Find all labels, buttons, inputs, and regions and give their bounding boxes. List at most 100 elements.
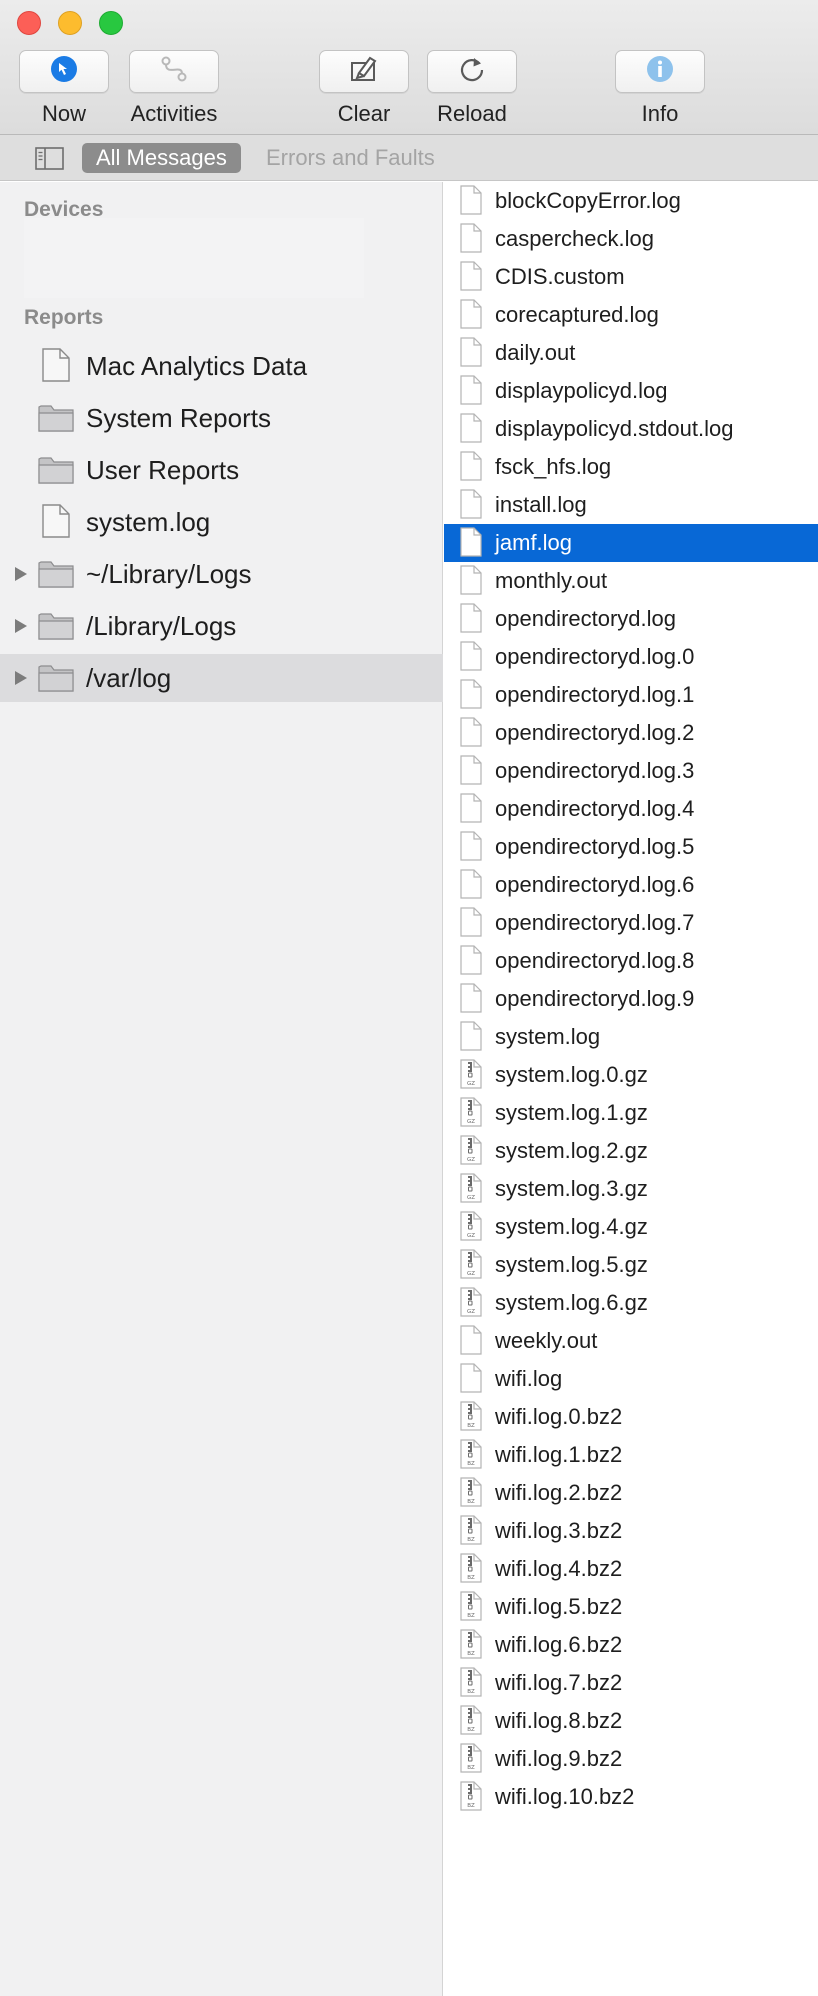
zoom-window-button[interactable] xyxy=(99,11,123,35)
minimize-window-button[interactable] xyxy=(58,11,82,35)
file-row[interactable]: opendirectoryd.log.9 xyxy=(444,980,818,1018)
file-name: opendirectoryd.log.2 xyxy=(495,720,695,745)
document-icon xyxy=(460,603,482,638)
file-row[interactable]: GZ system.log.4.gz xyxy=(444,1208,818,1246)
svg-text:BZ: BZ xyxy=(467,1461,475,1467)
file-name: blockCopyError.log xyxy=(495,188,681,213)
sidebar-item[interactable]: Mac Analytics Data xyxy=(0,342,443,390)
disclosure-triangle-icon[interactable] xyxy=(14,566,28,587)
folder-icon xyxy=(38,558,74,593)
file-row[interactable]: BZ wifi.log.4.bz2 xyxy=(444,1550,818,1588)
file-row[interactable]: wifi.log xyxy=(444,1360,818,1398)
document-icon xyxy=(460,299,482,334)
file-row[interactable]: BZ wifi.log.5.bz2 xyxy=(444,1588,818,1626)
file-row[interactable]: BZ wifi.log.9.bz2 xyxy=(444,1740,818,1778)
file-row[interactable]: GZ system.log.0.gz xyxy=(444,1056,818,1094)
file-name: wifi.log xyxy=(495,1366,563,1391)
file-row[interactable]: GZ system.log.3.gz xyxy=(444,1170,818,1208)
file-row[interactable]: GZ system.log.6.gz xyxy=(444,1284,818,1322)
file-row[interactable]: fsck_hfs.log xyxy=(444,448,818,486)
activities-button[interactable]: Activities xyxy=(129,50,219,127)
file-row[interactable]: BZ wifi.log.3.bz2 xyxy=(444,1512,818,1550)
sidebar-item[interactable]: ~/Library/Logs xyxy=(0,550,443,598)
bz2-archive-icon: BZ xyxy=(460,1401,482,1436)
now-button[interactable]: Now xyxy=(19,50,109,127)
svg-text:GZ: GZ xyxy=(467,1157,475,1163)
file-row[interactable]: opendirectoryd.log.0 xyxy=(444,638,818,676)
disclosure-triangle-icon[interactable] xyxy=(14,670,28,691)
folder-icon xyxy=(38,610,74,645)
bz2-archive-icon: BZ xyxy=(460,1743,482,1778)
bz2-archive-icon: BZ xyxy=(460,1591,482,1626)
file-name: CDIS.custom xyxy=(495,264,625,289)
clear-button[interactable]: Clear xyxy=(319,50,409,127)
file-row[interactable]: opendirectoryd.log.1 xyxy=(444,676,818,714)
file-row[interactable]: BZ wifi.log.7.bz2 xyxy=(444,1664,818,1702)
file-row[interactable]: opendirectoryd.log.5 xyxy=(444,828,818,866)
clear-icon xyxy=(348,54,380,89)
file-row[interactable]: GZ system.log.1.gz xyxy=(444,1094,818,1132)
file-row[interactable]: daily.out xyxy=(444,334,818,372)
sidebar-item[interactable]: system.log xyxy=(0,498,443,546)
file-row[interactable]: CDIS.custom xyxy=(444,258,818,296)
reload-button[interactable]: Reload xyxy=(427,50,517,127)
file-row[interactable]: corecaptured.log xyxy=(444,296,818,334)
now-arrow-icon xyxy=(49,54,79,89)
file-row[interactable]: opendirectoryd.log.3 xyxy=(444,752,818,790)
errors-and-faults-filter[interactable]: Errors and Faults xyxy=(266,143,435,173)
file-row[interactable]: opendirectoryd.log.2 xyxy=(444,714,818,752)
document-icon xyxy=(460,1325,482,1360)
file-row[interactable]: BZ wifi.log.6.bz2 xyxy=(444,1626,818,1664)
file-row[interactable]: monthly.out xyxy=(444,562,818,600)
gz-archive-icon: GZ xyxy=(460,1249,482,1284)
file-row[interactable]: caspercheck.log xyxy=(444,220,818,258)
file-name: opendirectoryd.log.9 xyxy=(495,986,695,1011)
sidebar-item-label: system.log xyxy=(86,506,211,537)
svg-text:BZ: BZ xyxy=(467,1423,475,1429)
document-icon xyxy=(460,907,482,942)
file-row[interactable]: displaypolicyd.log xyxy=(444,372,818,410)
sidebar-toggle-icon[interactable] xyxy=(35,147,64,175)
sidebar-item[interactable]: User Reports xyxy=(0,446,443,494)
file-row[interactable]: BZ wifi.log.10.bz2 xyxy=(444,1778,818,1816)
gz-archive-icon: GZ xyxy=(460,1173,482,1208)
sidebar-item[interactable]: System Reports xyxy=(0,394,443,442)
sidebar-item[interactable]: /Library/Logs xyxy=(0,602,443,650)
sidebar: Devices Reports Mac Analytics Data System… xyxy=(0,182,443,1996)
svg-text:GZ: GZ xyxy=(467,1119,475,1125)
info-button[interactable]: Info xyxy=(615,50,705,127)
file-row[interactable]: displaypolicyd.stdout.log xyxy=(444,410,818,448)
clear-label: Clear xyxy=(337,101,391,126)
file-row[interactable]: weekly.out xyxy=(444,1322,818,1360)
file-row[interactable]: GZ system.log.5.gz xyxy=(444,1246,818,1284)
filter-bar: All Messages Errors and Faults xyxy=(0,135,818,181)
file-row[interactable]: opendirectoryd.log.4 xyxy=(444,790,818,828)
file-row[interactable]: BZ wifi.log.8.bz2 xyxy=(444,1702,818,1740)
file-name: wifi.log.8.bz2 xyxy=(495,1708,623,1733)
file-row[interactable]: BZ wifi.log.1.bz2 xyxy=(444,1436,818,1474)
file-row[interactable]: opendirectoryd.log.8 xyxy=(444,942,818,980)
all-messages-filter[interactable]: All Messages xyxy=(82,143,241,173)
file-row[interactable]: system.log xyxy=(444,1018,818,1056)
close-window-button[interactable] xyxy=(17,11,41,35)
file-row[interactable]: GZ system.log.2.gz xyxy=(444,1132,818,1170)
file-row[interactable]: opendirectoryd.log.7 xyxy=(444,904,818,942)
file-row[interactable]: opendirectoryd.log.6 xyxy=(444,866,818,904)
file-row[interactable]: BZ wifi.log.0.bz2 xyxy=(444,1398,818,1436)
document-icon xyxy=(460,641,482,676)
file-name: displaypolicyd.stdout.log xyxy=(495,416,734,441)
sidebar-item[interactable]: /var/log xyxy=(0,654,443,702)
file-row[interactable]: opendirectoryd.log xyxy=(444,600,818,638)
file-row[interactable]: install.log xyxy=(444,486,818,524)
bz2-archive-icon: BZ xyxy=(460,1553,482,1588)
disclosure-triangle-icon[interactable] xyxy=(14,618,28,639)
document-icon xyxy=(460,869,482,904)
file-row[interactable]: blockCopyError.log xyxy=(444,182,818,220)
file-row[interactable]: jamf.log xyxy=(444,524,818,562)
devices-list xyxy=(24,218,364,298)
document-icon xyxy=(460,223,482,258)
document-icon xyxy=(460,1363,482,1398)
file-row[interactable]: BZ wifi.log.2.bz2 xyxy=(444,1474,818,1512)
file-name: opendirectoryd.log.7 xyxy=(495,910,695,935)
reload-icon xyxy=(457,54,487,89)
